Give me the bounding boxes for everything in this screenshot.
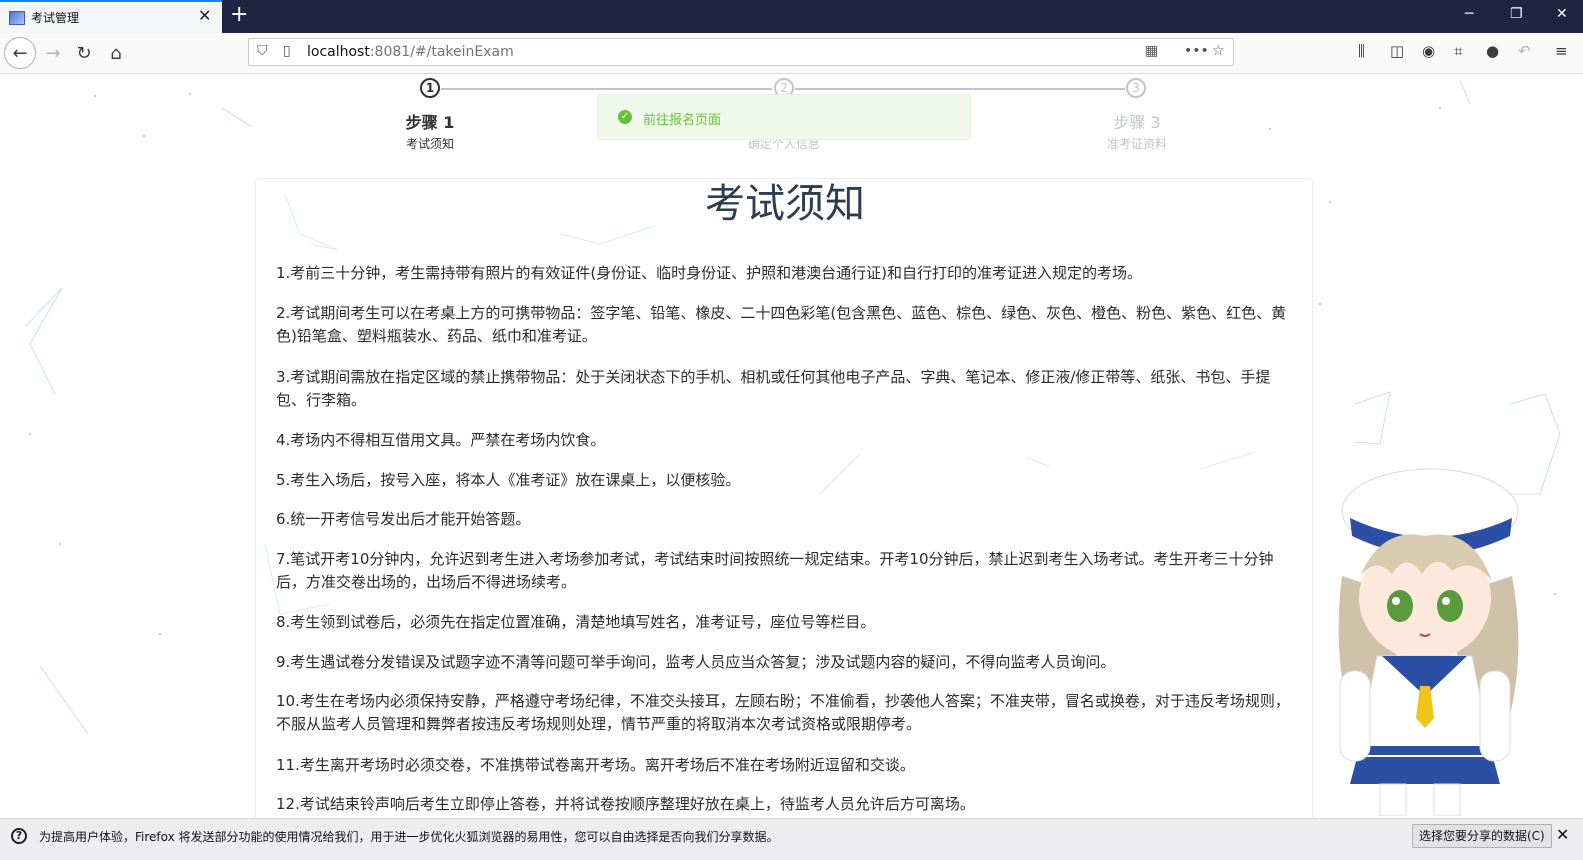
url-path: :8081/#/takeinExam	[369, 44, 514, 60]
undo-icon[interactable]: ↶	[1518, 42, 1531, 60]
tab-active[interactable]: 考试管理 ✕	[0, 0, 222, 33]
notification-text: 为提高用户体验，Firefox 将发送部分功能的使用情况给我们，用于进一步优化火…	[39, 830, 779, 844]
rule-item: 12.考试结束铃声响后考生立即停止答卷，并将试卷按顺序整理好放在桌上，待监考人员…	[276, 795, 975, 813]
menu-icon[interactable]: ≡	[1555, 42, 1568, 60]
notification-close-icon[interactable]: ✕	[1556, 825, 1569, 844]
rule-item: 6.统一开考信号发出后才能开始答题。	[276, 510, 531, 528]
navigation-bar: ← → ↻ ⌂ ⛉ ▯ localhost:8081/#/takeinExam …	[0, 33, 1583, 74]
home-icon[interactable]: ⌂	[100, 37, 132, 69]
help-icon: ?	[11, 828, 27, 844]
minimize-icon[interactable]: ─	[1465, 6, 1473, 22]
toast-message: 前往报名页面	[643, 113, 722, 128]
rule-item: 5.考生入场后，按号入座，将本人《准考证》放在课桌上，以便核验。	[276, 471, 741, 489]
sidebar-icon[interactable]: ◫	[1390, 42, 1404, 60]
new-tab-icon[interactable]: +	[230, 2, 248, 28]
forward-icon[interactable]: →	[37, 37, 69, 69]
more-actions-icon[interactable]: •••	[1184, 43, 1209, 59]
url-host: localhost	[307, 44, 370, 60]
step-3-description: 准考证资料	[1106, 137, 1167, 151]
data-sharing-notification: ? 为提高用户体验，Firefox 将发送部分功能的使用情况给我们，用于进一步优…	[0, 818, 1583, 860]
shield-icon[interactable]: ⛉	[257, 43, 268, 59]
rule-item: 9.考生遇试卷分发错误及试题字迹不清等问题可举手询问，监考人员应当众答复；涉及试…	[276, 653, 1116, 671]
page-icon[interactable]: ▯	[283, 43, 291, 59]
window-close-icon[interactable]: ✕	[1556, 6, 1568, 22]
library-icon[interactable]: ⫼	[1358, 42, 1365, 60]
restore-icon[interactable]: ❐	[1510, 6, 1523, 22]
step-connector	[441, 88, 772, 90]
site-favicon-icon	[9, 11, 25, 25]
rule-item: 2.考试期间考生可以在考桌上方的可携带物品：签字笔、铅笔、橡皮、二十四色彩笔(包…	[276, 304, 1287, 345]
step-connector	[795, 88, 1125, 90]
tab-close-icon[interactable]: ✕	[198, 6, 211, 26]
success-toast: ✓ 前往报名页面	[597, 94, 971, 140]
rule-item: 1.考前三十分钟，考生需持带有照片的有效证件(身份证、临时身份证、护照和港澳台通…	[276, 264, 1143, 282]
tab-bar: 考试管理 ✕ + ─ ❐ ✕	[0, 0, 1583, 33]
bookmark-star-icon[interactable]: ☆	[1212, 43, 1225, 59]
account-icon[interactable]: ◉	[1422, 42, 1435, 60]
rule-item: 8.考生领到试卷后，必须先在指定位置准确，清楚地填写姓名，准考证号，座位号等栏目…	[276, 613, 876, 631]
step-1-circle: 1	[420, 78, 440, 98]
qr-code-icon[interactable]: ▦	[1145, 43, 1158, 59]
screenshot-icon[interactable]: ⌗	[1454, 42, 1462, 60]
rule-item: 11.考生离开考场时必须交卷，不准携带试卷离开考场。离开考场后不准在考场附近逗留…	[276, 756, 915, 774]
url-text[interactable]: localhost:8081/#/takeinExam	[307, 44, 514, 60]
rule-item: 3.考试期间需放在指定区域的禁止携带物品：处于关闭状态下的手机、相机或任何其他电…	[276, 368, 1271, 409]
success-check-icon: ✓	[618, 110, 632, 124]
mascot-character[interactable]	[1322, 456, 1532, 816]
notice-title: 考试须知	[705, 181, 865, 227]
step-1-description: 考试须知	[405, 137, 454, 151]
back-icon[interactable]: ←	[4, 37, 36, 69]
steps-indicator: 1 步骤 1 考试须知 2 确定个人信息 3 步骤 3 准考证资料 ✓ 前往报名…	[0, 74, 1583, 164]
step-3-circle: 3	[1126, 78, 1146, 98]
step-3-title: 步骤 3	[1113, 113, 1161, 132]
exam-notice-card: 考试须知 1.考前三十分钟，考生需持带有照片的有效证件(身份证、临时身份证、护照…	[255, 178, 1313, 818]
rule-item: 10.考生在考场内必须保持安静，严格遵守考场纪律，不准交头接耳，左顾右盼；不准偷…	[276, 692, 1290, 733]
rule-item: 4.考场内不得相互借用文具。严禁在考场内饮食。	[276, 431, 606, 449]
page-content: 1 步骤 1 考试须知 2 确定个人信息 3 步骤 3 准考证资料 ✓ 前往报名…	[0, 74, 1583, 818]
step-1-title: 步骤 1	[405, 113, 455, 132]
tab-title: 考试管理	[31, 11, 80, 25]
reload-icon[interactable]: ↻	[68, 37, 100, 69]
choose-share-data-button[interactable]: 选择您要分享的数据(C)	[1412, 824, 1552, 848]
chat-icon[interactable]: ●	[1486, 42, 1499, 60]
rule-item: 7.笔试开考10分钟内，允许迟到考生进入考场参加考试，考试结束时间按照统一规定结…	[276, 550, 1274, 591]
url-bar[interactable]: ⛉ ▯ localhost:8081/#/takeinExam ▦ ••• ☆	[248, 38, 1234, 66]
